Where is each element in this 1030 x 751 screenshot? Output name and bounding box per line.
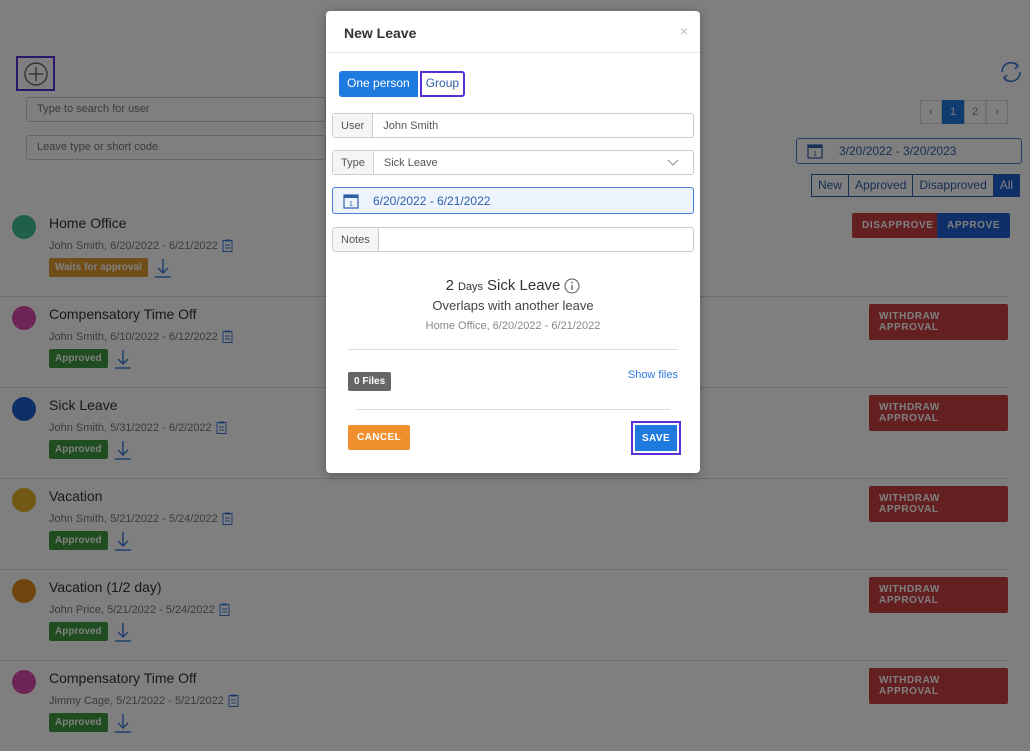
user-field[interactable]: User John Smith <box>332 113 694 138</box>
leave-summary: 2 Days Sick Leave <box>326 277 700 294</box>
person-group-toggle: One person Group <box>339 71 466 97</box>
calendar-icon: 1 <box>343 193 359 209</box>
info-icon[interactable] <box>564 278 580 294</box>
group-button[interactable]: Group <box>419 71 466 97</box>
svg-text:1: 1 <box>349 201 353 208</box>
user-value: John Smith <box>383 119 439 132</box>
type-value: Sick Leave <box>383 156 438 169</box>
user-label: User <box>333 114 374 137</box>
one-person-button[interactable]: One person <box>339 71 418 97</box>
overlap-warning: Overlaps with another leave <box>432 298 594 313</box>
cancel-button[interactable]: CANCEL <box>348 425 411 450</box>
save-button[interactable]: SAVE <box>635 425 677 451</box>
notes-label: Notes <box>333 228 379 251</box>
notes-field[interactable]: Notes <box>332 227 694 252</box>
leave-day-unit: Days <box>457 281 484 293</box>
overlap-detail: Home Office, 6/20/2022 - 6/21/2022 <box>425 320 601 332</box>
leave-type-name: Sick Leave <box>487 277 561 294</box>
chevron-down-icon <box>667 159 679 166</box>
save-button-focus: SAVE <box>631 421 681 455</box>
dialog-header: New Leave × <box>326 11 700 53</box>
files-count-badge: 0 Files <box>348 372 392 391</box>
type-label: Type <box>333 151 374 174</box>
leave-date-range-picker[interactable]: 1 6/20/2022 - 6/21/2022 <box>332 187 694 214</box>
leave-day-count: 2 <box>445 277 454 294</box>
divider <box>356 409 670 410</box>
dialog-title: New Leave <box>344 25 417 41</box>
type-select[interactable]: Type Sick Leave <box>332 150 694 175</box>
new-leave-dialog: New Leave × One person Group User John S… <box>326 11 700 473</box>
divider <box>348 349 678 350</box>
close-icon[interactable]: × <box>680 23 688 39</box>
leave-date-value: 6/20/2022 - 6/21/2022 <box>373 193 491 208</box>
show-files-link[interactable]: Show files <box>628 369 678 381</box>
